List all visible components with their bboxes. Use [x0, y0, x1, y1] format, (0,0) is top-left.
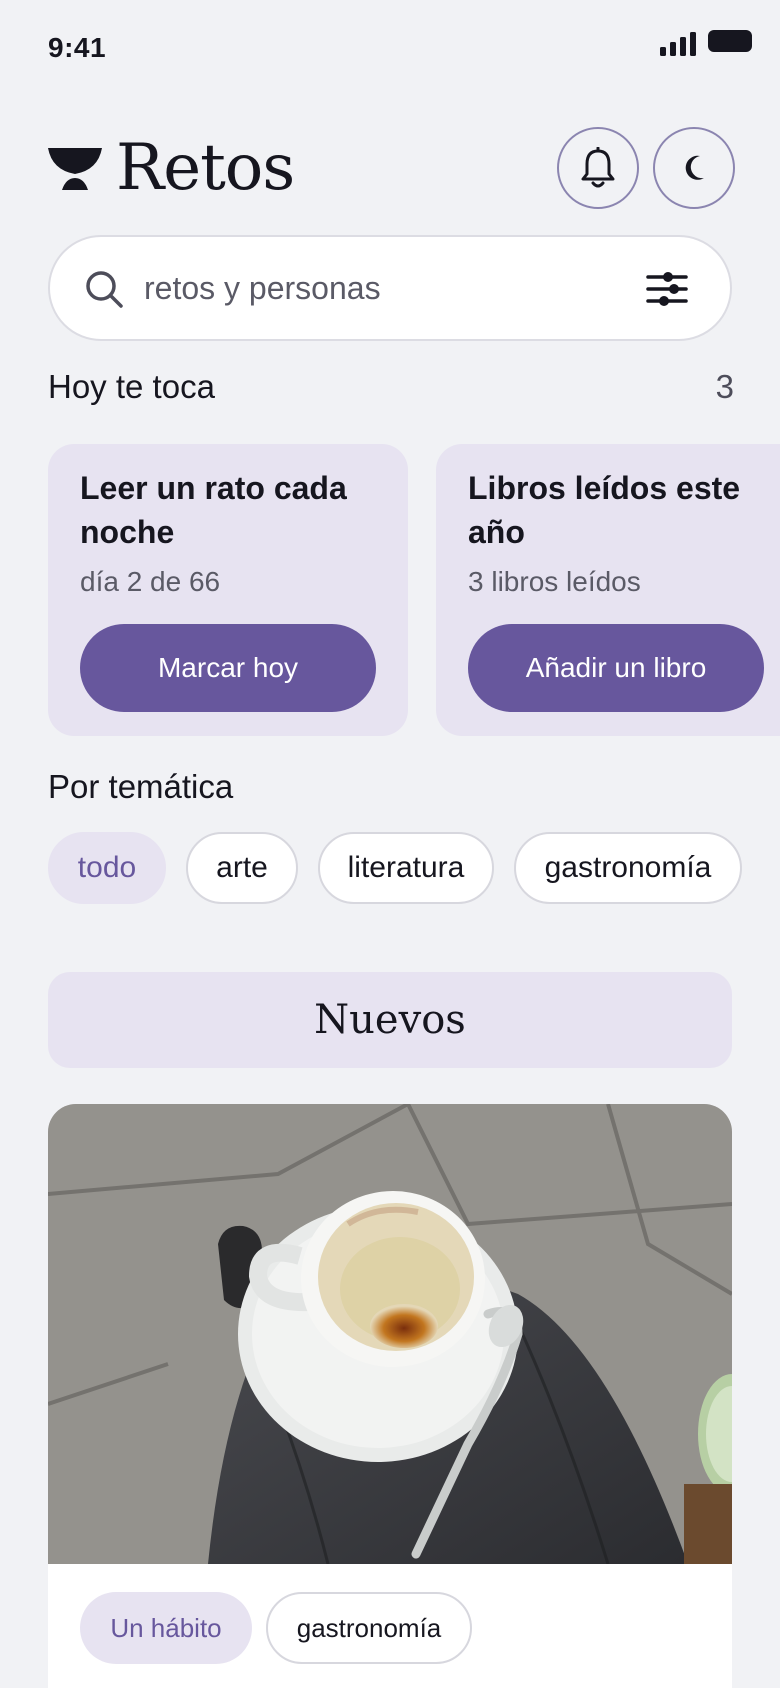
add-book-button[interactable]: Añadir un libro	[468, 624, 764, 712]
challenge-topic-tag: gastronomía	[266, 1592, 472, 1664]
cup-logo-icon	[48, 148, 102, 190]
challenge-type-tag: Un hábito	[80, 1592, 252, 1664]
search-icon	[86, 271, 123, 308]
bell-icon	[581, 147, 615, 188]
task-card-progress: 3 libros leídos	[468, 566, 641, 597]
task-card-title: Leer un rato cada noche	[80, 470, 347, 550]
today-count: 3	[715, 368, 734, 405]
signal-icon	[660, 32, 696, 56]
sliders-icon[interactable]	[646, 271, 688, 307]
topics-section-title: Por temática	[48, 768, 234, 805]
topic-chip-arte[interactable]: arte	[186, 832, 298, 904]
app-title: Retos	[116, 131, 295, 205]
topic-chip-literatura[interactable]: literatura	[318, 832, 494, 904]
theme-toggle-button[interactable]	[653, 127, 735, 209]
mark-today-button[interactable]: Marcar hoy	[80, 624, 376, 712]
topic-chip-todo[interactable]: todo	[48, 832, 166, 904]
task-card: Leer un rato cada noche día 2 de 66 Marc…	[48, 444, 408, 736]
task-card: Libros leídos este año 3 libros leídos A…	[436, 444, 780, 736]
battery-icon	[708, 30, 752, 52]
today-section-title: Hoy te toca	[48, 368, 215, 405]
topic-chip-gastronomia[interactable]: gastronomía	[514, 832, 742, 904]
espresso-cup-photo	[48, 1104, 732, 1564]
notifications-button[interactable]	[557, 127, 639, 209]
status-time: 9:41	[48, 32, 107, 63]
news-section-banner: Nuevos	[48, 972, 732, 1068]
task-card-title: Libros leídos este año	[468, 470, 741, 550]
task-card-progress: día 2 de 66	[80, 566, 221, 597]
search-input[interactable]	[144, 257, 584, 319]
moon-icon	[685, 155, 704, 180]
search-bar[interactable]	[48, 235, 732, 341]
